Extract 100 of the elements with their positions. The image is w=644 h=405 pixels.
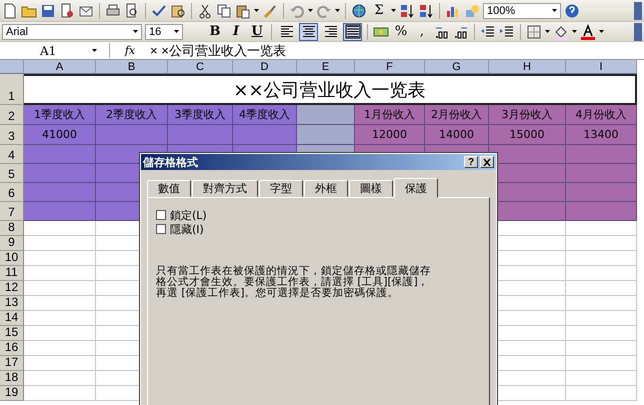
increase-indent-icon[interactable] bbox=[499, 24, 515, 40]
table-cell bbox=[233, 125, 297, 145]
comma-style-button[interactable]: , bbox=[413, 23, 431, 40]
table-cell bbox=[566, 266, 637, 281]
row-header[interactable]: 18 bbox=[0, 371, 24, 386]
align-center-button[interactable] bbox=[299, 22, 318, 40]
table-cell: 1季度收入 bbox=[24, 105, 96, 125]
column-header[interactable]: H bbox=[489, 60, 566, 74]
fill-bucket-icon[interactable] bbox=[553, 24, 569, 40]
insert-function-button[interactable]: fx bbox=[110, 44, 150, 57]
dropdown-caret-icon[interactable] bbox=[174, 30, 179, 33]
sort-descending-icon[interactable] bbox=[418, 2, 434, 18]
column-header[interactable]: A bbox=[24, 60, 96, 74]
row-header[interactable]: 6 bbox=[0, 183, 24, 202]
scissors-icon[interactable] bbox=[197, 2, 213, 18]
merge-center-button[interactable] bbox=[343, 22, 362, 40]
row-header[interactable]: 5 bbox=[0, 164, 24, 183]
table-cell: 1月份收入 bbox=[355, 105, 425, 125]
column-header[interactable]: E bbox=[297, 60, 355, 74]
column-header[interactable]: F bbox=[355, 60, 425, 74]
row-header[interactable]: 1 bbox=[0, 74, 24, 105]
dropdown-caret-icon[interactable] bbox=[572, 30, 577, 33]
underline-button[interactable]: U bbox=[248, 23, 266, 40]
checkbox-label[interactable]: 鎖定(L) bbox=[170, 208, 207, 222]
tab[interactable]: 外框 bbox=[304, 180, 348, 197]
row-header[interactable]: 15 bbox=[0, 326, 24, 341]
dropdown-caret-icon[interactable] bbox=[545, 30, 550, 33]
help-button[interactable]: ? bbox=[464, 156, 478, 168]
row-header[interactable]: 19 bbox=[0, 386, 24, 401]
row-header[interactable]: 3 bbox=[0, 125, 24, 145]
table-cell: 12000 bbox=[355, 125, 425, 145]
zoom-dropdown[interactable]: 100% bbox=[483, 2, 561, 18]
copy-icon[interactable] bbox=[216, 2, 232, 18]
tab[interactable]: 圖樣 bbox=[349, 180, 393, 197]
dropdown-caret-icon[interactable] bbox=[92, 49, 97, 52]
tab[interactable]: 字型 bbox=[259, 180, 303, 197]
dropdown-caret-icon[interactable] bbox=[254, 9, 259, 12]
table-cell: 14000 bbox=[425, 125, 489, 145]
row-header[interactable]: 16 bbox=[0, 341, 24, 356]
book-search-icon[interactable] bbox=[170, 2, 186, 18]
row-header[interactable]: 14 bbox=[0, 311, 24, 326]
row-header[interactable]: 9 bbox=[0, 236, 24, 251]
row-header[interactable]: 17 bbox=[0, 356, 24, 371]
dropdown-caret-icon[interactable] bbox=[599, 30, 604, 33]
print-icon[interactable] bbox=[105, 2, 121, 18]
row-header[interactable]: 10 bbox=[0, 251, 24, 266]
table-cell: 4季度收入 bbox=[233, 105, 297, 125]
column-header[interactable]: B bbox=[96, 60, 168, 74]
row-header[interactable]: 4 bbox=[0, 145, 24, 164]
table-cell bbox=[566, 281, 637, 296]
italic-button[interactable]: I bbox=[227, 23, 245, 40]
close-button[interactable] bbox=[480, 156, 494, 168]
borders-icon[interactable] bbox=[526, 24, 542, 40]
spellcheck-icon[interactable] bbox=[151, 2, 167, 18]
row-header[interactable]: 2 bbox=[0, 105, 24, 125]
column-header[interactable]: C bbox=[168, 60, 233, 74]
checkbox[interactable] bbox=[156, 224, 166, 234]
paste-icon[interactable] bbox=[235, 2, 251, 18]
bold-button[interactable]: B bbox=[206, 23, 224, 40]
tab[interactable]: 保護 bbox=[394, 178, 438, 198]
name-box[interactable]: A1 bbox=[0, 43, 110, 58]
new-document-icon[interactable] bbox=[2, 2, 18, 18]
column-header[interactable]: I bbox=[566, 60, 637, 74]
table-cell: 15000 bbox=[489, 125, 566, 145]
dropdown-caret-icon[interactable] bbox=[335, 9, 340, 12]
row-header[interactable]: 7 bbox=[0, 202, 24, 221]
table-cell bbox=[566, 341, 637, 356]
globe-icon[interactable] bbox=[351, 2, 367, 18]
font-dropdown[interactable]: Arial bbox=[2, 24, 142, 40]
dropdown-caret-icon[interactable] bbox=[391, 9, 396, 12]
protection-note: 只有當工作表在被保護的情況下，鎖定儲存格或隱藏儲存 格公式才會生效。要保護工作表，請選擇 [工具][保護]， 再選 [保護工作表]。您可選擇是否要加密碼保護。 bbox=[156, 266, 432, 299]
autosum-button[interactable]: Σ bbox=[370, 2, 388, 19]
table-cell: 2季度收入 bbox=[96, 105, 168, 125]
percent-button[interactable]: % bbox=[392, 23, 410, 40]
tab[interactable]: 數值 bbox=[147, 180, 191, 197]
close-icon[interactable] bbox=[483, 158, 491, 166]
table-cell: 4月份收入 bbox=[566, 105, 637, 125]
paintbrush-icon[interactable] bbox=[262, 2, 278, 18]
table-cell bbox=[566, 296, 637, 311]
font-size-dropdown[interactable]: 16 bbox=[145, 24, 183, 40]
column-header[interactable]: D bbox=[233, 60, 297, 74]
help-icon[interactable] bbox=[564, 2, 580, 18]
dropdown-caret-icon[interactable] bbox=[133, 30, 138, 33]
table-cell bbox=[566, 251, 637, 266]
decrease-indent-icon[interactable] bbox=[480, 24, 496, 40]
column-header[interactable]: G bbox=[425, 60, 489, 74]
row-header[interactable]: 11 bbox=[0, 266, 24, 281]
checkbox-label[interactable]: 隱藏(I) bbox=[170, 222, 204, 236]
row-header[interactable]: 12 bbox=[0, 281, 24, 296]
checkbox[interactable] bbox=[156, 210, 166, 220]
formula-field[interactable]: × ×公司营业收入一览表 bbox=[150, 42, 286, 60]
dropdown-caret-icon[interactable] bbox=[308, 9, 313, 12]
sort-ascending-icon[interactable] bbox=[399, 2, 415, 18]
tab[interactable]: 對齊方式 bbox=[192, 180, 258, 197]
table-cell: 13400 bbox=[566, 125, 637, 145]
row-header[interactable]: 13 bbox=[0, 296, 24, 311]
table-cell bbox=[297, 125, 355, 145]
font-color-icon[interactable] bbox=[580, 24, 596, 40]
dropdown-caret-icon[interactable] bbox=[552, 9, 557, 12]
row-header[interactable]: 8 bbox=[0, 221, 24, 236]
